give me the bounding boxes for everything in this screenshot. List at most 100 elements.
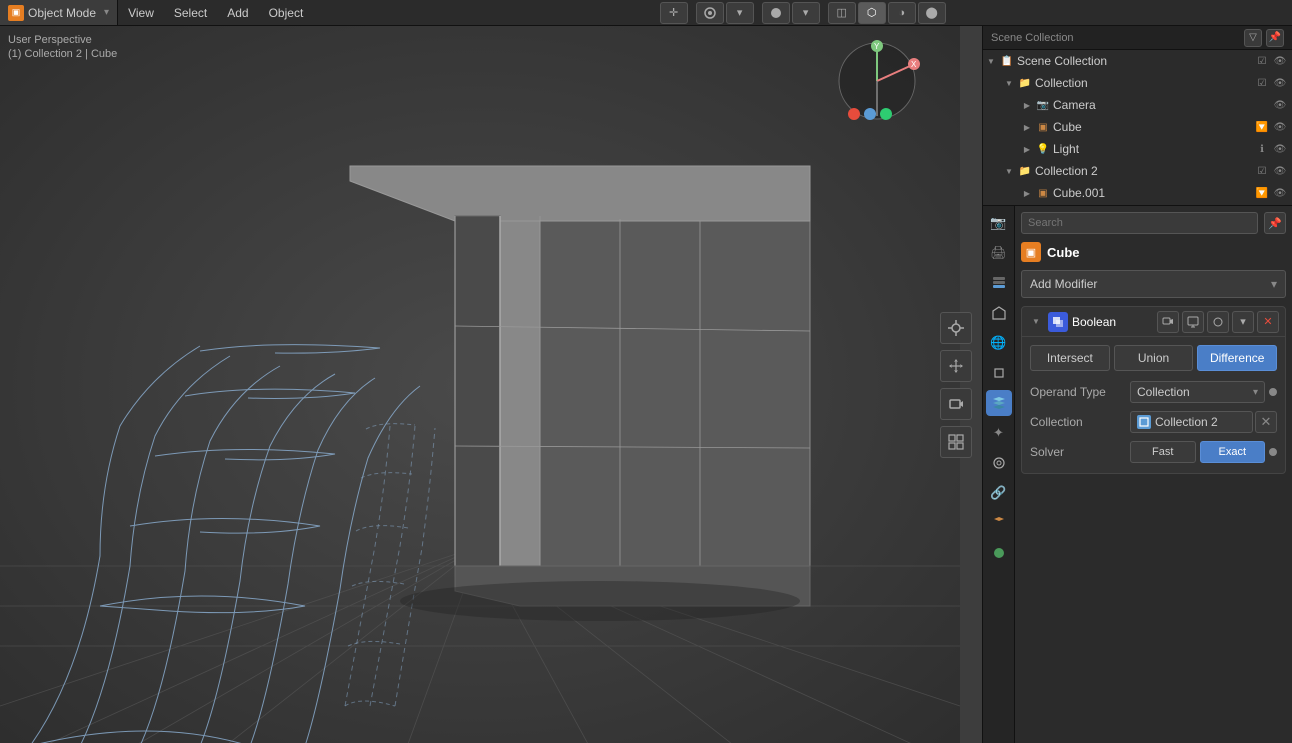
scene-expand[interactable]: ▼ [983, 53, 999, 69]
props-icon-world[interactable]: 🌐 [986, 330, 1012, 356]
light-expand[interactable]: ▶ [1019, 141, 1035, 157]
props-pin-btn[interactable]: 📌 [1264, 212, 1286, 234]
props-icon-output[interactable]: 🖨 [986, 240, 1012, 266]
modifier-action-btns: ▾ ✕ [1157, 311, 1279, 333]
scene-visibility[interactable]: 👁 [1272, 53, 1288, 69]
cube001-label: Cube.001 [1053, 186, 1254, 200]
tool-transform[interactable] [940, 312, 972, 344]
props-icon-constraints[interactable]: 🔗 [986, 480, 1012, 506]
mode-selector[interactable]: ▣ Object Mode ▾ [0, 0, 118, 25]
shading-wireframe[interactable]: ◫ [828, 2, 856, 24]
modifier-name: Boolean [1072, 315, 1153, 329]
collection-clear-btn[interactable]: ✕ [1255, 411, 1277, 433]
svg-text:X: X [911, 60, 917, 69]
menu-view[interactable]: View [118, 0, 164, 25]
props-icon-viewlayer[interactable] [986, 270, 1012, 296]
outliner-filter-btn[interactable]: ▽ [1244, 29, 1262, 47]
props-search-input[interactable] [1021, 212, 1258, 234]
modifier-body: Intersect Union Difference Operand Type [1022, 337, 1285, 473]
operation-button-row: Intersect Union Difference [1030, 345, 1277, 371]
props-icon-particles[interactable]: ✦ [986, 420, 1012, 446]
props-icon-render[interactable]: 📷 [986, 210, 1012, 236]
outliner-row-cube[interactable]: ▶ ▣ Cube 🔽 👁 [983, 116, 1292, 138]
camera-label: Camera [1053, 98, 1272, 112]
tool-camera[interactable] [940, 388, 972, 420]
cube-label: Cube [1053, 120, 1254, 134]
outliner-row-collection[interactable]: ▼ 📁 Collection ☑ 👁 [983, 72, 1292, 94]
collection-value-field[interactable]: Collection 2 [1130, 411, 1253, 433]
modifier-btn-screen[interactable] [1182, 311, 1204, 333]
props-icon-scene[interactable] [986, 300, 1012, 326]
menu-select[interactable]: Select [164, 0, 217, 25]
cube-filter[interactable]: 🔽 [1254, 119, 1270, 135]
light-info[interactable]: ℹ [1254, 141, 1270, 157]
mode-chevron: ▾ [104, 7, 109, 18]
light-label: Light [1053, 142, 1254, 156]
toolbar-chevron-overlay[interactable]: ▾ [726, 2, 754, 24]
shading-material[interactable]: ◑ [888, 2, 916, 24]
btn-union[interactable]: Union [1114, 345, 1194, 371]
props-icon-material[interactable] [986, 540, 1012, 566]
collection-expand[interactable]: ▼ [1001, 75, 1017, 91]
modifier-expand-arrow[interactable]: ▼ [1028, 314, 1044, 330]
viewport[interactable]: User Perspective (1) Collection 2 | Cube… [0, 26, 982, 743]
props-icon-object[interactable] [986, 360, 1012, 386]
solver-row: Solver Fast Exact [1030, 439, 1277, 465]
outliner-pin-btn[interactable]: 📌 [1266, 29, 1284, 47]
shading-solid[interactable]: ⬡ [858, 2, 886, 24]
collection-field-icon [1137, 415, 1151, 429]
collection-actions: ☑ 👁 [1254, 75, 1288, 91]
outliner-row-collection2[interactable]: ▼ 📁 Collection 2 ☑ 👁 [983, 160, 1292, 182]
add-modifier-chevron: ▾ [1271, 277, 1277, 291]
outliner-title: Scene Collection [991, 32, 1074, 44]
object-name: Cube [1047, 245, 1080, 260]
modifier-header: ▼ Boolean [1022, 307, 1285, 337]
gizmo-area[interactable]: Y X [832, 36, 922, 126]
collection2-expand[interactable]: ▼ [1001, 163, 1017, 179]
camera-expand[interactable]: ▶ [1019, 97, 1035, 113]
camera-visibility[interactable]: 👁 [1272, 97, 1288, 113]
solver-exact-btn[interactable]: Exact [1200, 441, 1266, 463]
boolean-modifier-icon [1048, 312, 1068, 332]
cube001-filter[interactable]: 🔽 [1254, 185, 1270, 201]
collection2-check[interactable]: ☑ [1254, 163, 1270, 179]
toolbar-btn-cursor[interactable]: ✛ [660, 2, 688, 24]
toolbar-chevron-shading[interactable]: ▾ [792, 2, 820, 24]
tool-grid[interactable] [940, 426, 972, 458]
add-modifier-label: Add Modifier [1030, 277, 1097, 291]
solver-fast-btn[interactable]: Fast [1130, 441, 1196, 463]
outliner-row-scene[interactable]: ▼ 📋 Scene Collection ☑ 👁 [983, 50, 1292, 72]
tool-move[interactable] [940, 350, 972, 382]
toolbar-shading-btn[interactable] [762, 2, 790, 24]
add-modifier-button[interactable]: Add Modifier ▾ [1021, 270, 1286, 298]
cube-expand[interactable]: ▶ [1019, 119, 1035, 135]
cube-visibility[interactable]: 👁 [1272, 119, 1288, 135]
cube001-expand[interactable]: ▶ [1019, 185, 1035, 201]
menu-object[interactable]: Object [259, 0, 314, 25]
light-visibility[interactable]: 👁 [1272, 141, 1288, 157]
modifier-btn-render2[interactable] [1207, 311, 1229, 333]
operand-type-dropdown[interactable]: Collection ▾ [1130, 381, 1265, 403]
top-bar-left: ▣ Object Mode ▾ View Select Add Object [0, 0, 313, 25]
props-icon-physics[interactable] [986, 450, 1012, 476]
collection-visibility[interactable]: 👁 [1272, 75, 1288, 91]
modifier-delete-btn[interactable]: ✕ [1257, 311, 1279, 333]
collection-check[interactable]: ☑ [1254, 75, 1270, 91]
props-icon-data[interactable] [986, 510, 1012, 536]
outliner-row-camera[interactable]: ▶ 📷 Camera 👁 [983, 94, 1292, 116]
cube001-visibility[interactable]: 👁 [1272, 185, 1288, 201]
modifier-btn-camera[interactable] [1157, 311, 1179, 333]
modifier-dropdown-arrow[interactable]: ▾ [1232, 311, 1254, 333]
outliner-row-light[interactable]: ▶ 💡 Light ℹ 👁 [983, 138, 1292, 160]
props-icon-modifier[interactable] [986, 390, 1012, 416]
operand-type-row: Operand Type Collection ▾ [1030, 379, 1277, 405]
shading-render[interactable]: ⬤ [918, 2, 946, 24]
outliner-row-cube001[interactable]: ▶ ▣ Cube.001 🔽 👁 [983, 182, 1292, 204]
btn-difference[interactable]: Difference [1197, 345, 1277, 371]
toolbar-overlay-btn[interactable] [696, 2, 724, 24]
collection2-visibility[interactable]: 👁 [1272, 163, 1288, 179]
menu-add[interactable]: Add [217, 0, 258, 25]
svg-text:Y: Y [874, 42, 880, 51]
btn-intersect[interactable]: Intersect [1030, 345, 1110, 371]
scene-check[interactable]: ☑ [1254, 53, 1270, 69]
